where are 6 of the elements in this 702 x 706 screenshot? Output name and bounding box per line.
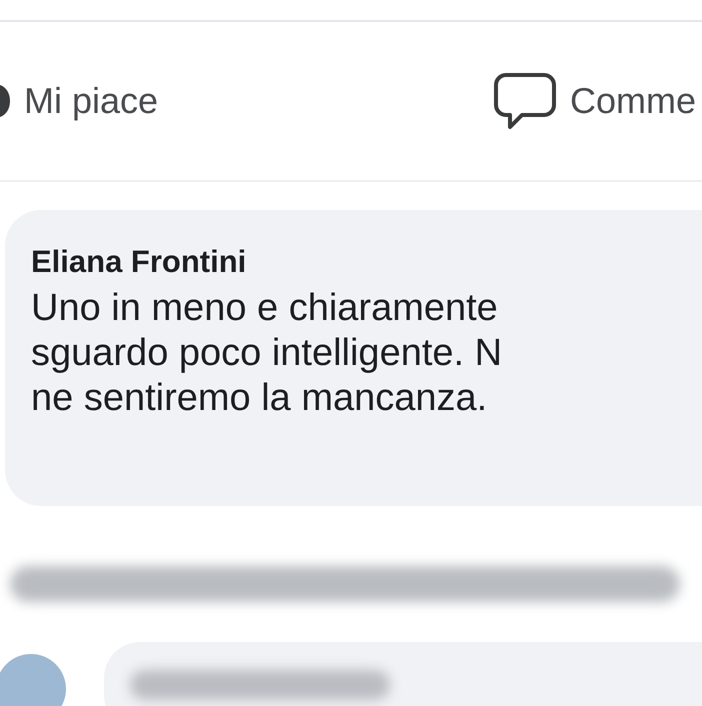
like-button[interactable]: Mi piace (0, 74, 158, 128)
comment-author[interactable]: Eliana Frontini (31, 240, 702, 284)
speech-bubble-icon (492, 71, 558, 131)
avatar (0, 654, 66, 706)
comment-button[interactable]: Comme (492, 71, 696, 131)
comment-text: Uno in meno e chiaramente sguardo poco intelligente. N ne sentiremo la mancanza. (31, 286, 504, 421)
